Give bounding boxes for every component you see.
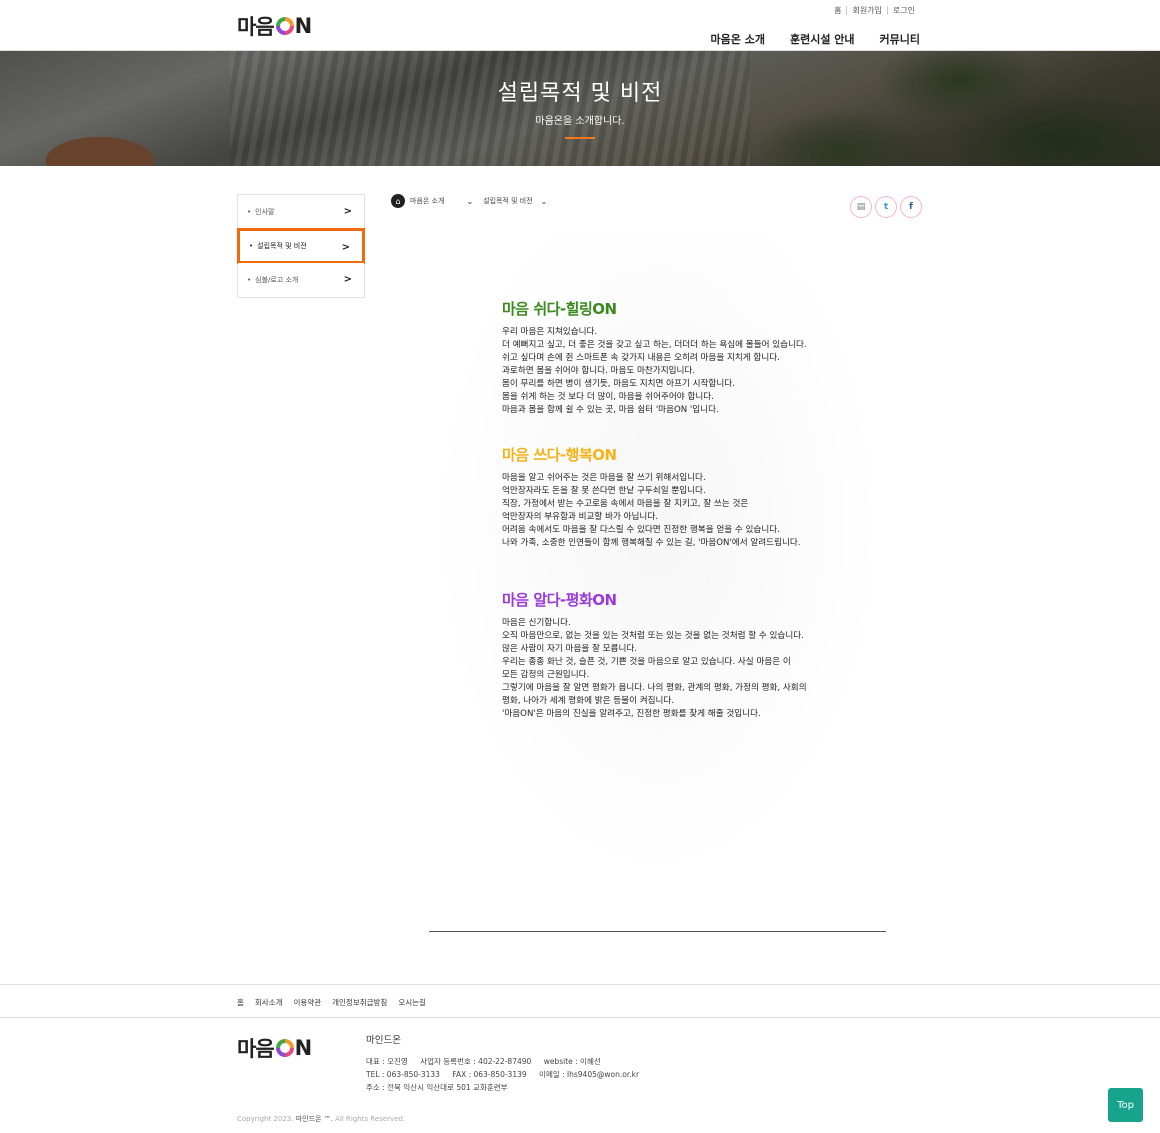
logo-ring-icon <box>275 1039 294 1057</box>
side-menu-label: 설립목적 및 비전 <box>257 242 307 250</box>
side-menu: • 인사말 > • 설립목적 및 비전 > • 심볼/로고 소개 > <box>237 194 365 298</box>
breadcrumb: ⌂ 마음온 소개 ⌄ 설립목적 및 비전 ⌄ <box>391 194 557 208</box>
side-menu-item-greeting[interactable]: • 인사말 > <box>238 195 364 229</box>
utility-nav: 홈 회원가입 로그인 <box>829 6 920 15</box>
footer-info: 대표 : 오진영 사업자 등록번호 : 402-22-87490 website… <box>366 1057 640 1092</box>
footer-link-terms[interactable]: 이용약관 <box>294 997 322 1008</box>
footer-company-name: 마인드온 <box>366 1035 401 1046</box>
section-healing: 마음 쉬다-힐링ON 우리 마음은 지쳐있습니다. 더 예뻐지고 싶고, 더 좋… <box>502 298 832 417</box>
footer-link-home[interactable]: 홈 <box>237 997 244 1008</box>
footer-link-company[interactable]: 회사소개 <box>255 997 283 1008</box>
footer-logo: 마음 N <box>237 1036 312 1061</box>
scroll-top-button[interactable]: Top <box>1108 1088 1143 1122</box>
nav-item-facility[interactable]: 훈련시설 안내 <box>790 31 855 47</box>
util-link-signup[interactable]: 회원가입 <box>846 6 886 15</box>
chevron-right-icon: > <box>341 242 350 253</box>
chevron-right-icon: > <box>343 274 352 285</box>
share-buttons: ▤ t f <box>850 196 922 218</box>
page-title: 설립목적 및 비전 <box>497 81 663 106</box>
logo-text: 마음 <box>237 15 275 39</box>
side-menu-item-vision[interactable]: • 설립목적 및 비전 > <box>237 228 365 264</box>
twitter-icon[interactable]: t <box>875 196 897 218</box>
chevron-down-icon: ⌄ <box>466 196 474 206</box>
logo[interactable]: 마음 N <box>237 14 313 39</box>
title-underline <box>565 137 595 139</box>
main-nav: 마음온 소개 훈련시설 안내 커뮤니티 <box>711 31 920 47</box>
page-subtitle: 마음온을 소개합니다. <box>535 116 625 127</box>
section-happiness: 마음 쓰다-행복ON 마음을 알고 쉬어주는 것은 마음을 잘 쓰기 위해서입니… <box>502 444 832 550</box>
logo-ring-icon <box>275 17 294 35</box>
section-title: 마음 알다-평화ON <box>502 591 617 609</box>
footer-link-directions[interactable]: 오시는길 <box>398 997 426 1008</box>
breadcrumb-level2[interactable]: 설립목적 및 비전 ⌄ <box>483 196 557 206</box>
footer-link-privacy[interactable]: 개인정보취급방침 <box>332 997 387 1008</box>
home-icon[interactable]: ⌂ <box>391 194 405 208</box>
chevron-down-icon: ⌄ <box>540 196 548 206</box>
hero-banner: 설립목적 및 비전 마음온을 소개합니다. <box>0 51 1160 166</box>
content-divider <box>429 931 886 932</box>
section-peace: 마음 알다-평화ON 마음은 신기합니다. 오직 마음만으로, 없는 것을 있는… <box>502 589 832 721</box>
chevron-right-icon: > <box>343 206 352 217</box>
side-menu-item-symbol[interactable]: • 심볼/로고 소개 > <box>238 263 364 297</box>
util-link-home[interactable]: 홈 <box>829 6 846 15</box>
footer-nav: 홈 회사소개 이용약관 개인정보취급방침 오시는길 <box>0 984 1160 1018</box>
side-menu-label: 심볼/로고 소개 <box>255 276 299 284</box>
site-header: 마음 N 홈 회원가입 로그인 마음온 소개 훈련시설 안내 커뮤니티 <box>0 0 1160 51</box>
util-link-login[interactable]: 로그인 <box>886 6 920 15</box>
print-icon[interactable]: ▤ <box>850 196 872 218</box>
logo-suffix: N <box>294 14 313 38</box>
breadcrumb-level1[interactable]: 마음온 소개 ⌄ <box>410 196 483 206</box>
section-title: 마음 쓰다-행복ON <box>502 446 617 464</box>
copyright: Copyright 2023. 마인드온 ™. All Rights Reser… <box>237 1115 406 1123</box>
side-menu-label: 인사말 <box>255 207 275 216</box>
nav-item-about[interactable]: 마음온 소개 <box>711 31 765 47</box>
section-title: 마음 쉬다-힐링ON <box>502 300 617 318</box>
facebook-icon[interactable]: f <box>900 196 922 218</box>
nav-item-community[interactable]: 커뮤니티 <box>880 31 920 47</box>
